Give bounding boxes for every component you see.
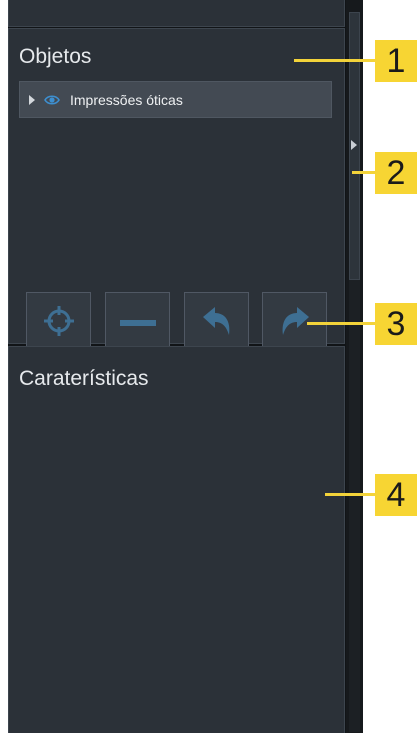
- collapse-arrow-icon[interactable]: [351, 140, 357, 150]
- top-panel-strip: [8, 0, 345, 27]
- callout-number-3: 3: [375, 303, 417, 345]
- callout-number-1: 1: [375, 40, 417, 82]
- objects-panel-title: Objetos: [19, 45, 92, 68]
- objects-panel: Objetos Impressões óticas: [8, 28, 345, 355]
- minus-icon: [118, 315, 158, 333]
- expand-arrow-icon[interactable]: [29, 94, 35, 105]
- eye-icon[interactable]: [44, 92, 60, 108]
- properties-panel-title: Caraterísticas: [19, 367, 149, 390]
- callout-line-1: [294, 59, 376, 62]
- callout-line-2: [352, 171, 376, 174]
- application-window: Objetos Impressões óticas Caraterísticas: [8, 0, 363, 733]
- undo-icon: [199, 303, 235, 344]
- callout-number-4: 4: [375, 474, 417, 516]
- callout-number-2: 2: [375, 152, 417, 194]
- tree-item-label: Impressões óticas: [70, 91, 183, 108]
- properties-panel: Caraterísticas: [8, 346, 345, 733]
- callout-line-3: [307, 322, 376, 325]
- tree-item-optical-impressions[interactable]: Impressões óticas: [19, 81, 332, 118]
- side-scrollbar[interactable]: [346, 0, 363, 733]
- target-icon: [41, 303, 77, 344]
- callout-line-4: [325, 493, 376, 496]
